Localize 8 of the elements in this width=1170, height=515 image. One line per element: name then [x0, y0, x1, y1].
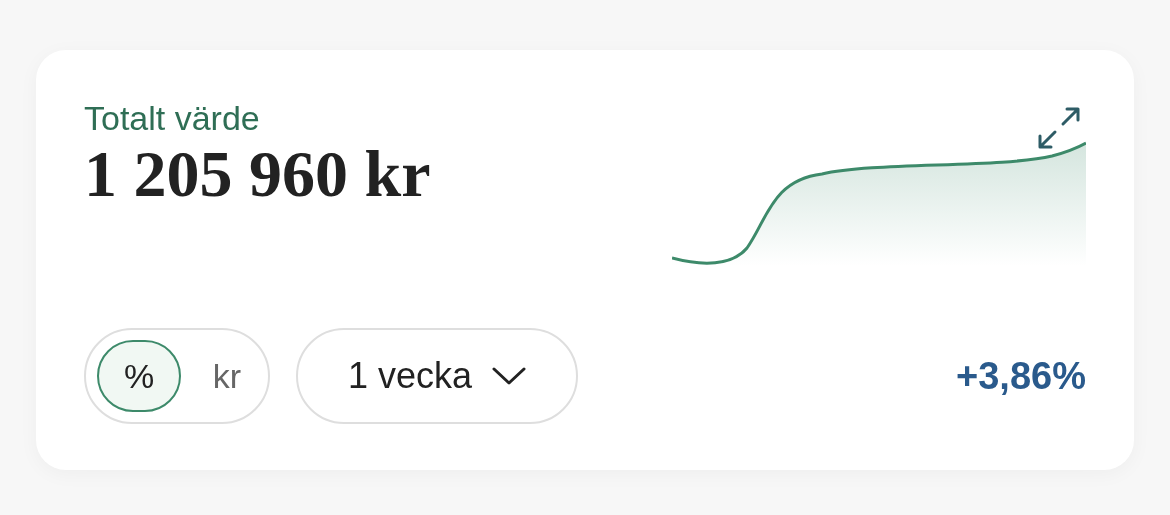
card-title: Totalt värde — [84, 98, 261, 138]
total-value: 1 205 960 kr — [84, 138, 431, 210]
unit-option[interactable]: kr — [197, 340, 257, 412]
chevron-down-icon — [492, 366, 527, 386]
unit-option[interactable]: % — [97, 340, 181, 412]
expand-icon[interactable] — [1037, 106, 1081, 150]
change-percentage: +3,86% — [956, 353, 1086, 399]
period-dropdown[interactable]: 1 vecka — [296, 328, 579, 424]
